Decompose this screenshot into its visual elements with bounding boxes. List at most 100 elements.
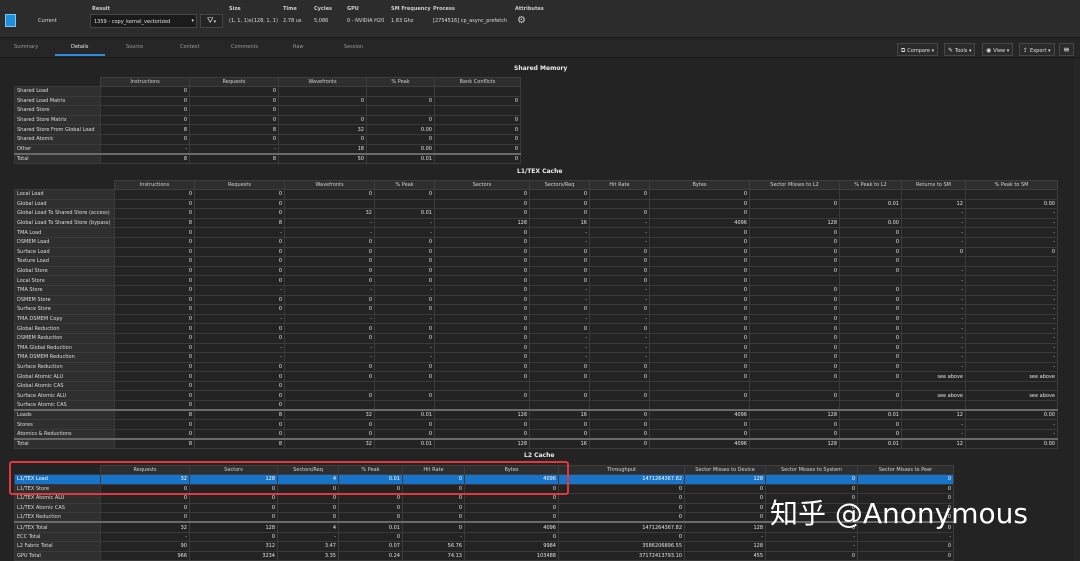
column-header-requests[interactable]: Requests — [189, 77, 279, 87]
table-cell: 0 — [558, 502, 685, 514]
table-cell: - — [901, 428, 966, 440]
table-cell: 128 — [684, 541, 766, 552]
column-header-sector-misses-to-l2[interactable]: Sector Misses to L2 — [749, 180, 840, 190]
column-header-wavefronts[interactable]: Wavefronts — [284, 180, 375, 190]
table-row[interactable]: Global Load 0 0 0 0 0 0 0.01 12 0.00 — [14, 198, 1058, 210]
table-row[interactable]: Surface Store 0 0 0 0 0 0 0 0 0 0- - — [14, 304, 1058, 315]
table-cell: 32 — [278, 124, 367, 135]
table-row[interactable]: Other - -18 0.00 0 — [14, 143, 521, 155]
column-header-returns-to-sm[interactable]: Returns to SM — [901, 180, 966, 190]
table-row[interactable]: Global Reduction 0 0 0 0 0 0 0 0 0 0- - — [14, 323, 1058, 334]
table-row[interactable]: TMA Global Reduction 0- - -0- -0 0 0- - — [14, 342, 1058, 354]
tab-session[interactable]: Session — [344, 44, 363, 50]
table-cell: 0 — [649, 323, 750, 334]
table-cell: - — [765, 531, 858, 543]
table-row[interactable]: Global Atomic CAS 0 0 — [14, 380, 1058, 392]
table-cell: 128 — [684, 521, 766, 533]
tab-raw[interactable]: Raw — [293, 44, 304, 50]
table-cell: 0 — [649, 227, 750, 238]
table-row[interactable]: Global Load To Shared Store (bypass) 8 8- -… — [14, 217, 1058, 229]
column-header-peak[interactable]: % Peak — [374, 180, 435, 190]
table-cell — [284, 380, 375, 392]
row-label: DSMEM Store — [14, 294, 115, 306]
column-header-sector-misses-to-system[interactable]: Sector Misses to System — [765, 465, 858, 475]
table-cell: see above — [965, 390, 1058, 402]
table-row[interactable]: DSMEM Reduction 0 0 0 0 0- -0 0 0- - — [14, 332, 1058, 344]
table-row[interactable]: Surface Atomic CAS 0 0 — [14, 400, 1058, 411]
column-header-peak-to-sm[interactable]: % Peak to SM — [965, 180, 1058, 190]
table-cell: 0 — [114, 371, 195, 382]
table-cell: 0 — [194, 332, 285, 344]
table-row[interactable]: Global Atomic ALU 0 0 0 0 0 0 0 0 0 0 see above see … — [14, 371, 1058, 382]
result-label: Result — [92, 6, 110, 12]
table-row[interactable]: Shared Load Matrix 0 0 0 0 0 — [14, 95, 521, 107]
table-cell: 0 — [529, 428, 590, 440]
table-cell: - — [194, 313, 285, 325]
compare-button[interactable]: ⧉ Compare ▾ — [897, 43, 939, 56]
table-row[interactable]: Global Load To Shared Store (access) 0 0 32… — [14, 208, 1058, 219]
table-row[interactable]: Surface Reduction 0 0 0 0 0 0 0 0 0 0- - — [14, 361, 1058, 373]
row-label: Total — [14, 437, 115, 450]
column-header-bytes[interactable]: Bytes — [649, 180, 750, 190]
filter-button[interactable]: ⛛▾ — [200, 14, 223, 28]
table-cell: 0 — [434, 284, 530, 296]
table-row[interactable]: GPU Total 966 3234 3.35 0.24 74.13 103488 37172… — [14, 550, 954, 561]
table-row[interactable]: Texture Load 0 0 0 0 0 0 0 0 0 0 — [14, 256, 1058, 267]
gear-icon[interactable]: ⚙ — [517, 15, 526, 26]
table-row[interactable]: TMA DSMEM Reduction 0- - -0- -0 0 0- - — [14, 352, 1058, 363]
table-row[interactable]: Stores 0 0 0 0 0 0 0 0 0 0- - — [14, 419, 1058, 430]
column-header-peak[interactable]: % Peak — [366, 77, 435, 87]
table-cell: 0 — [284, 304, 375, 315]
vertical-scrollbar[interactable] — [1074, 60, 1080, 561]
table-row[interactable]: Global Store 0 0 0 0 0 0 0 0 0 0- - — [14, 265, 1058, 277]
column-header-sectors-req[interactable]: Sectors/Req — [529, 180, 590, 190]
table-row[interactable]: Shared Load 0 0 — [14, 86, 521, 97]
column-header-sector-misses-to-peer[interactable]: Sector Misses to Peer — [857, 465, 954, 475]
table-row[interactable]: Total 8 8 50 0.01 0 — [14, 152, 521, 164]
column-header-throughput[interactable]: Throughput — [558, 465, 685, 475]
table-row[interactable]: Surface Load 0 0 0 0 0 0 0 0 0 0 0 0 — [14, 246, 1058, 258]
column-header-wavefronts[interactable]: Wavefronts — [278, 77, 367, 87]
table-row[interactable]: Local Load 0 0 0 0 0 0 0 0 — [14, 189, 1058, 200]
column-header-hit-rate[interactable]: Hit Rate — [589, 180, 650, 190]
table-row[interactable]: Shared Store Matrix 0 0 0 0 0 — [14, 114, 521, 126]
view-button[interactable]: ◉ View ▾ — [982, 43, 1014, 56]
table-cell: 0 — [649, 236, 750, 248]
column-header-sector-misses-to-device[interactable]: Sector Misses to Device — [684, 465, 766, 475]
table-row[interactable]: TMA Store 0- - -0- -0 0 0- - — [14, 284, 1058, 296]
column-header-requests[interactable]: Requests — [194, 180, 285, 190]
column-header-peak-to-l2[interactable]: % Peak to L2 — [839, 180, 902, 190]
table-row[interactable]: Shared Atomic 0 0 0 0 0 — [14, 133, 521, 145]
table-cell: 12 — [901, 198, 966, 210]
column-header-sectors[interactable]: Sectors — [434, 180, 530, 190]
column-header-bank-conflicts[interactable]: Bank Conflicts — [434, 77, 521, 87]
table-cell: 0 — [189, 502, 278, 514]
tab-comments[interactable]: Comments — [231, 44, 258, 50]
result-dropdown[interactable]: 1359 - copy_kernel_vectorized ▾ — [90, 14, 197, 28]
menu-button[interactable]: ≡ — [1059, 43, 1074, 56]
table-row[interactable]: DSMEM Store 0 0 0 0 0- -0 0 0- - — [14, 294, 1058, 306]
table-row[interactable]: Local Store 0 0 0 0 0 0 0 0- - — [14, 275, 1058, 286]
tab-source[interactable]: Source — [126, 44, 143, 50]
tools-button[interactable]: ✎ Tools ▾ — [944, 43, 976, 56]
export-button[interactable]: ⇪ Export ▾ — [1019, 43, 1055, 56]
table-row[interactable]: Loads 8 8 32 0.01 128 16 0 4096 128 0.01 12 0.00 — [14, 409, 1058, 421]
table-row[interactable]: Atomics & Reductions 0 0 0 0 0 0 0 0 0 0- - — [14, 428, 1058, 440]
tab-details[interactable]: Details — [71, 44, 88, 50]
table-row[interactable]: L2 Fabric Total 90 312 3.47 0.07 56.76 9984 358… — [14, 541, 954, 552]
table-row[interactable]: DSMEM Load 0 0 0 0 0- -0 0 0- - — [14, 236, 1058, 248]
table-cell: 0 — [434, 265, 530, 277]
column-header-instructions[interactable]: Instructions — [114, 180, 195, 190]
tab-context[interactable]: Context — [180, 44, 200, 50]
table-row[interactable]: Shared Store From Global Load 8 8 32 0.00 0 — [14, 124, 521, 135]
table-row[interactable]: ECC Total -0-0-0 0- - - — [14, 531, 954, 543]
table-row[interactable]: Shared Store 0 0 — [14, 105, 521, 116]
tab-summary[interactable]: Summary — [14, 44, 38, 50]
table-cell: 0 — [434, 294, 530, 306]
table-row[interactable]: Surface Atomic ALU 0 0 0 0 0 0 0 0 0 0 see above see… — [14, 390, 1058, 402]
table-row[interactable]: TMA DSMEM Copy 0- - -0- -0 0 0- - — [14, 313, 1058, 325]
table-row[interactable]: TMA Load 0- - -0- -0 0 0- - — [14, 227, 1058, 238]
column-header-instructions[interactable]: Instructions — [100, 77, 190, 87]
table-cell: - — [194, 284, 285, 296]
table-row[interactable]: Total 8 8 32 0.01 128 16 0 4096 128 0.01 12 0.00 — [14, 437, 1058, 450]
